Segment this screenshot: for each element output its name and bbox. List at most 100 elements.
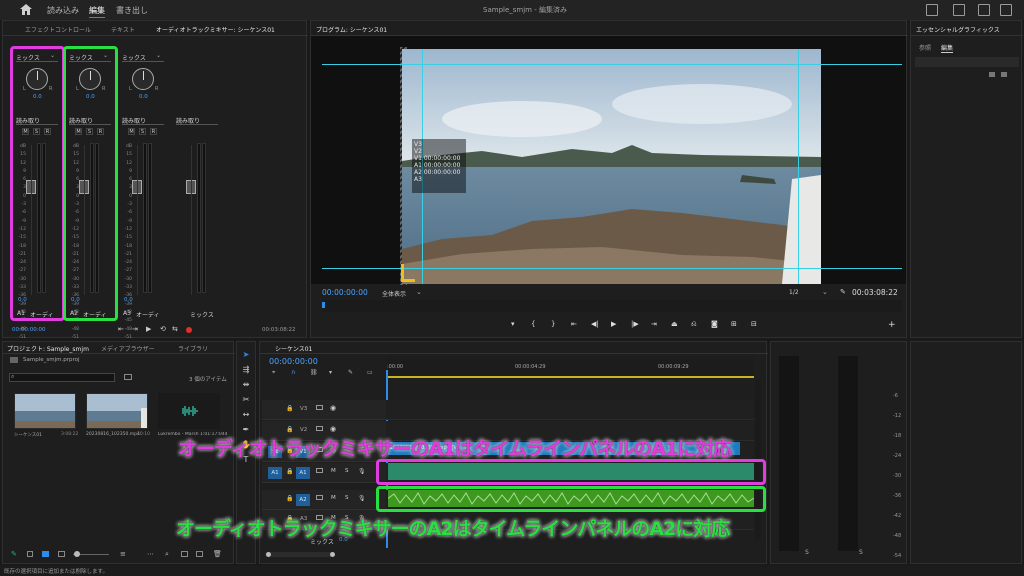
mic-icon[interactable]: 🎙: [358, 468, 366, 475]
sequence-thumbnail[interactable]: [14, 393, 76, 429]
mark-in-icon[interactable]: {: [531, 320, 535, 328]
program-timecode[interactable]: 00:00:00:00: [322, 288, 368, 297]
read-mode-dropdown[interactable]: 読み取り: [122, 116, 164, 125]
goto-out-icon[interactable]: ⇥: [651, 320, 657, 328]
tab-project[interactable]: プロジェクト: Sample_smjm: [7, 344, 89, 353]
home-icon[interactable]: [20, 4, 32, 15]
work-area-bar[interactable]: [386, 376, 754, 378]
time-ruler[interactable]: [386, 357, 754, 377]
record-button[interactable]: [186, 327, 192, 333]
solo-button[interactable]: S: [345, 495, 349, 501]
mark-out-icon[interactable]: }: [551, 320, 555, 328]
razor-tool-icon[interactable]: ✂: [241, 395, 251, 405]
quick-export-icon[interactable]: [926, 4, 938, 16]
track-sync-icon[interactable]: [316, 468, 323, 473]
track-target[interactable]: V2: [300, 427, 307, 433]
track-s-button[interactable]: S: [139, 128, 146, 135]
source-patch[interactable]: A1: [268, 467, 282, 479]
list-view-icon[interactable]: [42, 551, 49, 557]
fader-track[interactable]: [191, 145, 192, 295]
solo-button[interactable]: S: [345, 468, 349, 474]
tab-effect-controls[interactable]: エフェクトコントロール: [25, 25, 91, 34]
track-lock-icon[interactable]: 🔒: [286, 495, 293, 502]
ripple-edit-tool-icon[interactable]: ⇹: [241, 380, 251, 390]
new-bin-icon[interactable]: [124, 374, 132, 380]
wrench-icon[interactable]: ✎: [840, 288, 846, 296]
captions-icon[interactable]: ▭: [367, 369, 373, 376]
mixer-goto-out-button[interactable]: ⇥: [132, 325, 138, 333]
pan-knob[interactable]: [132, 68, 154, 90]
share-icon[interactable]: [978, 4, 990, 16]
compare-icon[interactable]: ⊞: [731, 320, 737, 328]
tab-import[interactable]: 読み込み: [47, 5, 79, 16]
tab-media-browser[interactable]: メディアブラウザー: [101, 344, 155, 353]
insert-icon[interactable]: ⌖: [272, 369, 275, 377]
play-icon[interactable]: ▶: [611, 320, 616, 328]
tab-libraries[interactable]: ライブラリ: [178, 344, 208, 353]
pencil-icon[interactable]: ✎: [11, 550, 17, 558]
mute-button[interactable]: M: [331, 495, 336, 501]
camera-icon[interactable]: ◙: [711, 320, 718, 328]
resolution-dropdown[interactable]: 1/2: [789, 289, 799, 296]
project-search-input[interactable]: [9, 373, 115, 382]
layer-menu-icon[interactable]: [1001, 72, 1007, 77]
sort-icon[interactable]: ≡: [120, 550, 126, 558]
mixer-loop-button[interactable]: ⟲: [160, 325, 166, 333]
mixer-goto-in-button[interactable]: ⇤: [118, 325, 124, 333]
graphics-layer-list[interactable]: [915, 57, 1019, 67]
read-mode-dropdown[interactable]: 読み取り: [176, 116, 218, 125]
icon-view-icon[interactable]: [58, 551, 65, 557]
track-m-button[interactable]: M: [128, 128, 135, 135]
tab-export[interactable]: 書き出し: [116, 5, 148, 16]
eye-icon[interactable]: ◉: [330, 404, 336, 412]
hscroll-handle-right[interactable]: [330, 552, 335, 557]
slip-tool-icon[interactable]: ↔: [241, 410, 251, 420]
new-item-icon[interactable]: [196, 551, 203, 557]
eye-icon[interactable]: ◉: [330, 425, 336, 433]
track-lane[interactable]: [386, 400, 754, 420]
tab-text[interactable]: テキスト: [111, 25, 135, 34]
step-forward-icon[interactable]: |▶: [631, 320, 639, 328]
timeline-hscroll[interactable]: [265, 552, 335, 557]
tab-browse[interactable]: 参照: [919, 43, 931, 52]
mic-icon[interactable]: 🎙: [358, 495, 366, 502]
goto-in-icon[interactable]: ⇤: [571, 320, 577, 328]
track-lock-icon[interactable]: 🔒: [286, 468, 293, 475]
mixer-play-button[interactable]: ▶: [146, 325, 151, 333]
tab-audio-mixer[interactable]: オーディオトラックミキサー: シーケンス01: [156, 25, 275, 34]
mix-chevron-icon[interactable]: ⌄: [156, 52, 161, 59]
timeline-timecode[interactable]: 00:00:00:00: [269, 357, 318, 366]
solo-left[interactable]: S: [805, 549, 809, 556]
track-target[interactable]: A2: [296, 494, 310, 506]
track-lock-icon[interactable]: 🔒: [286, 426, 293, 433]
track-sync-icon[interactable]: [316, 426, 323, 431]
solo-right[interactable]: S: [859, 549, 863, 556]
progress-icon[interactable]: [953, 4, 965, 16]
volume-value[interactable]: 0.0: [124, 297, 133, 303]
linked-icon[interactable]: ⛓: [310, 369, 318, 376]
delete-icon[interactable]: 🗑: [213, 550, 222, 558]
marker-icon[interactable]: ▾: [329, 369, 332, 376]
find-icon[interactable]: ⌕: [165, 550, 169, 559]
fader-track[interactable]: [137, 145, 138, 295]
new-layer-icon[interactable]: [989, 72, 995, 77]
settings-icon[interactable]: ✎: [348, 369, 353, 376]
add-button-icon[interactable]: +: [888, 320, 896, 330]
track-sync-icon[interactable]: [316, 405, 323, 410]
zoom-slider-handle[interactable]: [74, 551, 80, 557]
track-target[interactable]: A1: [296, 467, 310, 479]
resolution-chevron-icon[interactable]: ⌄: [822, 288, 828, 296]
mute-button[interactable]: M: [331, 468, 336, 474]
lock-icon[interactable]: [27, 551, 33, 557]
tab-edit-graphics[interactable]: 編集: [941, 43, 954, 53]
fullscreen-icon[interactable]: [1000, 4, 1012, 16]
mixer-loop-play-button[interactable]: ⇆: [172, 325, 178, 333]
fit-dropdown[interactable]: 全体表示: [382, 289, 406, 298]
tab-edit[interactable]: 編集: [89, 5, 105, 18]
snap-icon[interactable]: ∩: [291, 369, 295, 376]
marker-icon[interactable]: ▾: [511, 320, 515, 328]
track-sync-icon[interactable]: [316, 495, 323, 500]
lift-icon[interactable]: ⏏: [671, 320, 678, 328]
clip-thumbnail[interactable]: [86, 393, 148, 429]
program-scrubber[interactable]: [322, 300, 902, 312]
